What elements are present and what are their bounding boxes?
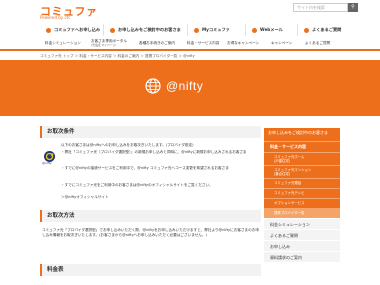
sidebar-sub-options[interactable]: オプションサービス — [264, 198, 340, 208]
sidebar-label: よくあるご質問 — [270, 233, 298, 238]
sub-nav: 料金シミュレーション お客さま専用ポータル (光電話 マイページ) 各種お手続きの… — [40, 38, 362, 48]
subnav-label: 料金シミュレーション — [45, 40, 81, 45]
sidebar-sub-label: コミュファ光電話 — [274, 181, 302, 186]
sidebar-sub-label: オプションサービス — [274, 201, 305, 206]
sidebar-label: 料金シミュレーション — [270, 222, 310, 227]
conditions-bullet: ・すでに@niftyの接続サービスをご利用中で、@nifty コミュファ光へコー… — [61, 166, 229, 170]
conditions-intro: 以下のお客さまは@niftyへのお申し込みをお取次ぎいたします。(プロバイダ設定… — [61, 143, 194, 147]
search-icon: ⚲ — [351, 4, 355, 10]
nav-considering[interactable]: お申し込みをご検討中のお客さま — [104, 24, 188, 36]
nav-my-commufa[interactable]: Myコミュファ — [188, 24, 246, 36]
nifty-official-link[interactable]: ＞@niftyオフィシャルサイト — [61, 195, 108, 200]
section-heading-fees: 料金表 — [40, 264, 261, 276]
question-icon — [304, 27, 309, 33]
subnav-procedures[interactable]: 各種お手続きのご案内 — [134, 41, 182, 46]
sidebar-item-simulation[interactable]: 料金シミュレーション — [264, 218, 340, 229]
subnav-simulation[interactable]: 料金シミュレーション — [40, 41, 86, 46]
subnav-campaign[interactable]: キャンペーン — [266, 41, 300, 46]
conditions-bullet: ・弊社「コミュファ光（プロバイダ選択型）」の新規お申し込みと同時に、@nifty… — [61, 150, 247, 154]
sidebar-sub-note: (集合住宅) — [274, 172, 291, 176]
nav-faq[interactable]: よくあるご質問 — [298, 24, 362, 36]
arrow-icon — [110, 27, 115, 33]
subnav-label: よくあるご質問 — [305, 40, 331, 45]
subnav-label: キャンペーン — [271, 40, 293, 45]
nav-webmail[interactable]: Webメール — [246, 24, 298, 36]
hero-banner: @nifty — [0, 60, 380, 116]
method-description: コミュファ光「プロバイダ選択型」でお申し込みいただく際、@niftyをお申し込み… — [42, 228, 259, 238]
site-header: コミュファ Powered by ctc サイト内を検索 ⚲ コミュファへお申し… — [0, 0, 380, 50]
section-heading-conditions: お取次条件 — [40, 126, 261, 138]
subnav-label: お得なキャンペーン — [227, 40, 260, 45]
nav-label: Webメール — [260, 27, 283, 32]
sidebar-sub-providers[interactable]: 提携プロバイダ一覧 — [264, 208, 340, 218]
sidebar-item-apply[interactable]: お申し込み — [264, 240, 340, 251]
search-input[interactable]: サイト内を検索 — [293, 3, 348, 12]
conditions-bullet: ・すでにコミュファ光をご利用中のお客さまは@niftyのオフィシャルサイトをご覧… — [61, 183, 213, 187]
sidebar-item-services[interactable]: 料金・サービス内容 — [264, 141, 340, 152]
page-title: @nifty — [166, 79, 204, 93]
sidebar: お申し込みをご検討中のお客さま 料金・サービス内容 コミュファ光ホーム (戸建住… — [264, 128, 340, 262]
top-nav: コミュファへお申し込み お申し込みをご検討中のお客さま Myコミュファ Webメ… — [40, 24, 362, 36]
subnav-portal[interactable]: お客さま専用ポータル (光電話 マイページ) — [86, 39, 134, 48]
nav-label: コミュファへお申し込み — [54, 27, 101, 32]
sidebar-sub-note: (戸建住宅) — [274, 159, 291, 163]
subnav-label: 各種お手続きのご案内 — [139, 40, 175, 45]
logo-tagline: Powered by ctc — [40, 15, 71, 20]
nifty-logo-text: @nifty — [42, 161, 52, 165]
nav-apply[interactable]: コミュファへお申し込み — [40, 24, 104, 36]
sidebar-label: 資料請求のご案内 — [270, 255, 302, 260]
mail-icon — [252, 27, 257, 33]
search-button[interactable]: ⚲ — [348, 3, 358, 12]
nav-label: Myコミュファ — [202, 27, 230, 32]
subnav-deals[interactable]: お得なキャンペーン — [222, 41, 266, 46]
sidebar-sub-home[interactable]: コミュファ光ホーム (戸建住宅) — [264, 152, 340, 165]
arrow-icon — [46, 27, 51, 33]
sidebar-header[interactable]: お申し込みをご検討中のお客さま — [264, 128, 340, 141]
nav-label: よくあるご質問 — [312, 27, 342, 32]
sidebar-sub-phone[interactable]: コミュファ光電話 — [264, 178, 340, 188]
sidebar-sub-mansion[interactable]: コミュファ光マンション (集合住宅) — [264, 165, 340, 178]
breadcrumb[interactable]: コミュファ光 トップ ＞ 料金・サービス内容 ＞ 料金のご案内 ＞ 提携プロバイ… — [40, 54, 195, 59]
sidebar-item-faq[interactable]: よくあるご質問 — [264, 229, 340, 240]
globe-icon — [145, 78, 161, 94]
header-divider — [0, 49, 380, 51]
user-icon — [194, 27, 199, 33]
section-heading-method: お取次方法 — [40, 210, 261, 222]
sidebar-sub-label: コミュファ光テレビ — [274, 191, 305, 196]
nav-label: お申し込みをご検討中のお客さま — [118, 27, 181, 32]
subnav-sublabel: (光電話 マイページ) — [91, 43, 117, 47]
sidebar-item-brochure[interactable]: 資料請求のご案内 — [264, 251, 340, 262]
subnav-faq[interactable]: よくあるご質問 — [300, 41, 340, 46]
subnav-label: 料金・サービス内容 — [187, 40, 220, 45]
sidebar-sub-tv[interactable]: コミュファ光テレビ — [264, 188, 340, 198]
subnav-label: お客さま専用ポータル — [91, 38, 127, 43]
sidebar-label: お申し込み — [270, 244, 290, 249]
subnav-services[interactable]: 料金・サービス内容 — [182, 41, 222, 46]
sidebar-sub-label: 提携プロバイダ一覧 — [274, 211, 305, 216]
